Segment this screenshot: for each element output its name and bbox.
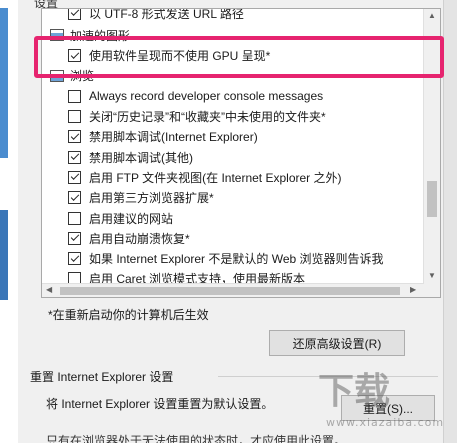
- setting-checkbox-row[interactable]: Always record developer console messages: [68, 86, 323, 106]
- reset-group-title: 重置 Internet Explorer 设置: [30, 370, 174, 384]
- checkmark-icon: [70, 49, 79, 59]
- setting-checkbox-row[interactable]: 以 UTF-8 形式发送 URL 路径: [68, 8, 244, 23]
- checkmark-icon: [70, 151, 79, 160]
- setting-checkbox-row[interactable]: 如果 Internet Explorer 不是默认的 Web 浏览器则告诉我: [68, 249, 384, 269]
- scroll-up-arrow-icon[interactable]: ▲: [428, 11, 436, 20]
- scroll-right-arrow-icon[interactable]: ▶: [410, 285, 416, 294]
- setting-label: 浏览: [70, 69, 95, 84]
- group-divider: [218, 376, 438, 377]
- setting-checkbox-row[interactable]: 使用软件呈现而不使用 GPU 呈现*: [68, 46, 270, 66]
- checkbox-checked[interactable]: [68, 231, 81, 245]
- scroll-left-arrow-icon[interactable]: ◀: [46, 285, 52, 294]
- setting-label: 加速的图形: [70, 28, 131, 43]
- checkmark-icon: [70, 131, 79, 140]
- checkbox-checked[interactable]: [68, 191, 81, 205]
- reset-button[interactable]: 重置(S)...: [341, 395, 435, 421]
- checkbox-checked[interactable]: [68, 170, 81, 184]
- setting-label: 启用自动崩溃恢复*: [89, 231, 190, 246]
- category-heading: 浏览: [50, 66, 94, 86]
- settings-category-icon: [50, 69, 64, 82]
- reset-description: 将 Internet Explorer 设置重置为默认设置。: [46, 397, 274, 411]
- setting-label: 以 UTF-8 形式发送 URL 路径: [89, 8, 244, 21]
- setting-label: 启用建议的网站: [89, 211, 174, 226]
- window-edge-right: [443, 0, 457, 443]
- checkmark-icon: [70, 171, 79, 181]
- checkbox-checked[interactable]: [68, 9, 81, 20]
- setting-checkbox-row[interactable]: 启用 FTP 文件夹视图(在 Internet Explorer 之外): [68, 167, 342, 187]
- setting-label: 启用 FTP 文件夹视图(在 Internet Explorer 之外): [89, 170, 342, 185]
- checkmark-icon: [70, 232, 79, 242]
- desktop-background: [0, 8, 8, 158]
- restart-note: *在重新启动你的计算机后生效: [48, 308, 209, 322]
- checkbox-unchecked[interactable]: [68, 89, 81, 103]
- setting-checkbox-row[interactable]: 启用第三方浏览器扩展*: [68, 188, 214, 208]
- setting-label: 启用第三方浏览器扩展*: [89, 191, 214, 206]
- setting-label: Always record developer console messages: [89, 89, 324, 104]
- advanced-settings-list[interactable]: 以 UTF-8 形式发送 URL 路径加速的图形使用软件呈现而不使用 GPU 呈…: [41, 8, 441, 298]
- scrollbar-thumb[interactable]: [427, 181, 437, 217]
- setting-checkbox-row[interactable]: 禁用脚本调试(其他): [68, 147, 193, 167]
- checkbox-checked[interactable]: [68, 49, 81, 63]
- scrollbar-thumb[interactable]: [60, 287, 400, 295]
- checkmark-icon: [70, 9, 79, 16]
- checkbox-unchecked[interactable]: [68, 110, 81, 123]
- setting-checkbox-row[interactable]: 关闭“历史记录”和“收藏夹”中未使用的文件夹*: [68, 107, 326, 127]
- desktop-background: [0, 210, 8, 300]
- setting-checkbox-row[interactable]: 启用建议的网站: [68, 208, 173, 228]
- setting-checkbox-row[interactable]: 启用自动崩溃恢复*: [68, 228, 190, 248]
- desktop-edge-left: [0, 0, 18, 443]
- reset-warning-text: 只有在浏览器处于无法使用的状态时，才应使用此设置。: [46, 434, 347, 443]
- setting-label: 使用软件呈现而不使用 GPU 呈现*: [89, 49, 271, 64]
- checkbox-unchecked[interactable]: [68, 211, 81, 225]
- category-heading: 加速的图形: [50, 25, 130, 45]
- vertical-scrollbar[interactable]: ▲ ▼: [423, 9, 440, 297]
- restore-advanced-settings-button[interactable]: 还原高级设置(R): [269, 330, 405, 356]
- setting-label: 禁用脚本调试(其他): [89, 150, 193, 165]
- scroll-down-arrow-icon[interactable]: ▼: [428, 271, 436, 280]
- checkmark-icon: [70, 192, 79, 201]
- checkbox-checked[interactable]: [68, 252, 81, 266]
- setting-label: 如果 Internet Explorer 不是默认的 Web 浏览器则告诉我: [89, 252, 384, 267]
- settings-category-icon: [50, 29, 64, 42]
- horizontal-scrollbar[interactable]: ◀ ▶: [42, 283, 424, 297]
- checkmark-icon: [70, 252, 79, 262]
- setting-checkbox-row[interactable]: 禁用脚本调试(Internet Explorer): [68, 127, 258, 147]
- checkbox-checked[interactable]: [68, 150, 81, 164]
- checkbox-checked[interactable]: [68, 130, 81, 144]
- setting-label: 禁用脚本调试(Internet Explorer): [89, 130, 258, 145]
- setting-label: 关闭“历史记录”和“收藏夹”中未使用的文件夹*: [89, 110, 326, 124]
